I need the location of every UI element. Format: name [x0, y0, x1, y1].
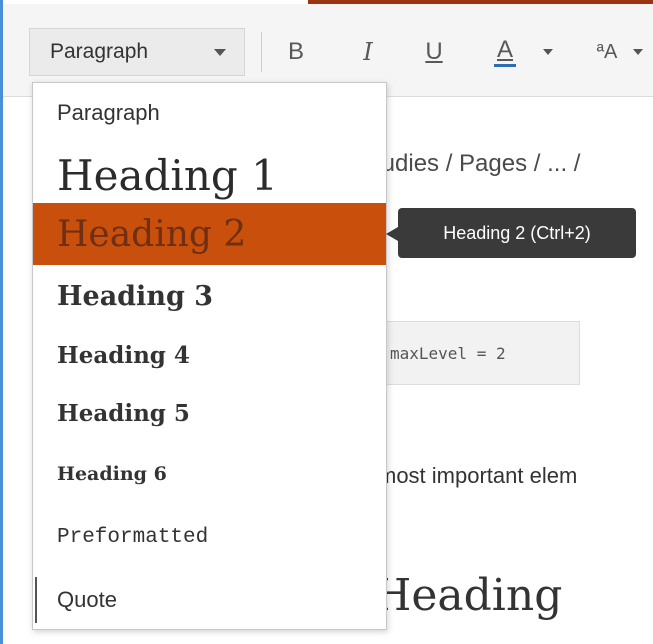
editor-frame: Paragraph B I U A ªA tudies / Pages / ..… — [0, 0, 653, 644]
font-color-swatch — [494, 63, 516, 67]
italic-button[interactable]: I — [350, 28, 386, 76]
code-snippet: maxLevel = 2 — [375, 321, 580, 385]
font-color-button[interactable]: A — [485, 28, 525, 76]
tooltip-arrow — [386, 227, 398, 241]
breadcrumb: tudies / Pages / ... / — [375, 150, 581, 177]
format-select[interactable]: Paragraph — [29, 28, 245, 76]
text-case-button[interactable]: ªA — [583, 28, 631, 76]
underline-button[interactable]: U — [416, 28, 452, 76]
menu-item-preformatted[interactable]: Preformatted — [33, 516, 386, 558]
menu-item-heading-5[interactable]: Heading 5 — [33, 391, 386, 435]
menu-item-heading-2[interactable]: Heading 2 — [33, 203, 386, 265]
body-text: most important elem — [378, 463, 578, 488]
format-select-value: Paragraph — [50, 40, 149, 63]
text-case-dropdown-icon[interactable] — [633, 49, 643, 55]
font-color-dropdown-icon[interactable] — [543, 49, 553, 55]
format-dropdown-menu: Paragraph Heading 1 Heading 2 Heading 3 … — [32, 82, 387, 630]
tooltip: Heading 2 (Ctrl+2) — [398, 208, 636, 258]
chevron-down-icon — [214, 49, 226, 56]
menu-item-heading-4[interactable]: Heading 4 — [33, 333, 386, 377]
font-color-icon: A — [496, 35, 513, 63]
bold-button[interactable]: B — [278, 28, 314, 76]
menu-item-heading-3[interactable]: Heading 3 — [33, 273, 386, 319]
menu-item-heading-6[interactable]: Heading 6 — [33, 453, 386, 495]
menu-item-paragraph[interactable]: Paragraph — [33, 93, 386, 133]
content-heading: Heading — [373, 570, 563, 621]
toolbar-separator — [261, 32, 262, 72]
menu-item-quote[interactable]: Quote — [33, 577, 386, 623]
menu-item-heading-1[interactable]: Heading 1 — [33, 145, 386, 205]
